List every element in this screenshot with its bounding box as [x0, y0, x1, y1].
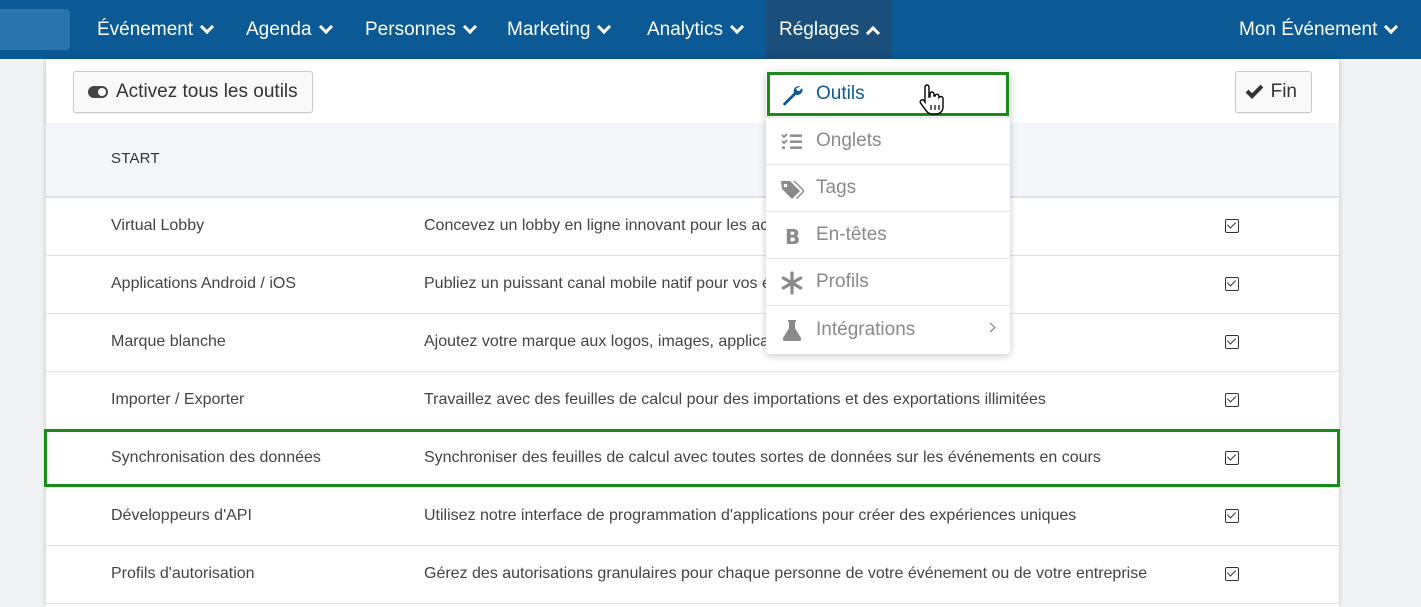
table-row: Virtual Lobby Concevez un lobby en ligne… — [46, 198, 1339, 256]
logo[interactable] — [0, 9, 70, 50]
nav-mon-evenement[interactable]: Mon Événement — [1239, 0, 1399, 59]
fin-button[interactable]: Fin — [1234, 71, 1312, 113]
tool-description: Publiez un puissant canal mobile natif p… — [424, 275, 771, 292]
tool-description: Concevez un lobby en ligne innovant pour… — [424, 217, 769, 234]
tool-name: Marque blanche — [111, 333, 226, 350]
checkbox-checked-icon[interactable] — [1225, 335, 1239, 349]
flask-icon — [782, 320, 802, 342]
menu-item-label: Intégrations — [816, 318, 916, 340]
nav-analytics[interactable]: Analytics — [647, 0, 745, 59]
chevron-up-icon — [866, 25, 881, 40]
checkbox-checked-icon[interactable] — [1225, 567, 1239, 581]
checkbox-checked-icon[interactable] — [1225, 393, 1239, 407]
section-title: START — [111, 150, 160, 167]
nav-label: Réglages — [779, 18, 860, 40]
fin-label: Fin — [1270, 81, 1297, 102]
nav-personnes[interactable]: Personnes — [365, 0, 477, 59]
menu-item-label: Profils — [816, 271, 869, 292]
tool-name: Profils d'autorisation — [111, 565, 255, 582]
nav-marketing[interactable]: Marketing — [507, 0, 612, 59]
tool-name: Importer / Exporter — [111, 391, 245, 408]
tool-name: Développeurs d'API — [111, 507, 252, 524]
chevron-down-icon — [462, 19, 477, 34]
asterisk-icon — [781, 271, 803, 295]
nav-reglages[interactable]: Réglages — [765, 0, 893, 59]
nav-evenement[interactable]: Événement — [97, 0, 215, 59]
hand-pointer-icon — [919, 84, 944, 115]
tool-description: Utilisez notre interface de programmatio… — [424, 507, 1077, 524]
nav-agenda[interactable]: Agenda — [246, 0, 333, 59]
checkbox-checked-icon[interactable] — [1225, 277, 1239, 291]
reglages-dropdown-menu: Outils Onglets Tags B En-têtes Profils I… — [766, 71, 1010, 354]
menu-item-label: En-têtes — [816, 224, 887, 245]
menu-item-integrations[interactable]: Intégrations — [766, 306, 1010, 353]
chevron-down-icon — [318, 19, 333, 34]
menu-item-profils[interactable]: Profils — [766, 259, 1010, 306]
table-row: Profils d'autorisation Gérez des autoris… — [46, 546, 1339, 604]
tool-description: Travaillez avec des feuilles de calcul p… — [424, 391, 1046, 408]
menu-item-label: Onglets — [816, 130, 882, 151]
chevron-down-icon — [200, 19, 215, 34]
table-row: Synchronisation des données Synchroniser… — [46, 430, 1339, 488]
menu-item-en-tetes[interactable]: B En-têtes — [766, 212, 1010, 259]
activate-all-label: Activez tous les outils — [116, 81, 298, 102]
checkbox-checked-icon[interactable] — [1225, 219, 1239, 233]
menu-item-label: Tags — [816, 177, 857, 198]
chevron-right-icon — [985, 322, 996, 333]
nav-label: Agenda — [246, 18, 312, 40]
activate-all-tools-button[interactable]: Activez tous les outils — [73, 71, 313, 113]
checklist-icon — [781, 133, 802, 149]
chevron-down-icon — [1384, 19, 1399, 34]
nav-label: Mon Événement — [1239, 18, 1378, 40]
tool-description: Gérez des autorisations granulaires pour… — [424, 565, 1148, 582]
section-header: START — [46, 123, 1339, 198]
checkbox-checked-icon[interactable] — [1225, 451, 1239, 465]
table-row: Importer / Exporter Travaillez avec des … — [46, 372, 1339, 430]
nav-label: Marketing — [507, 18, 591, 40]
menu-item-label: Outils — [816, 83, 865, 104]
nav-label: Personnes — [365, 18, 456, 40]
toggle-icon — [88, 86, 108, 98]
tool-name: Virtual Lobby — [111, 217, 205, 234]
chevron-down-icon — [729, 19, 745, 34]
table-row: Applications Android / iOS Publiez un pu… — [46, 256, 1339, 314]
tool-description: Synchroniser des feuilles de calcul avec… — [424, 449, 1101, 466]
tool-name: Applications Android / iOS — [111, 275, 296, 292]
menu-item-tags[interactable]: Tags — [766, 165, 1010, 212]
wrench-icon — [783, 86, 803, 106]
bold-icon: B — [785, 225, 800, 248]
top-navbar: Événement Agenda Personnes Marketing Ana… — [0, 0, 1421, 59]
tool-description: Ajoutez votre marque aux logos, images, … — [424, 333, 774, 350]
nav-label: Événement — [97, 18, 194, 40]
menu-item-outils[interactable]: Outils — [766, 71, 1010, 118]
tool-name: Synchronisation des données — [111, 449, 321, 466]
check-icon — [1245, 81, 1263, 99]
tools-panel: Activez tous les outils Fin START Virtua… — [46, 59, 1339, 607]
menu-item-onglets[interactable]: Onglets — [766, 118, 1010, 165]
checkbox-checked-icon[interactable] — [1225, 509, 1239, 523]
table-row: Développeurs d'API Utilisez notre interf… — [46, 488, 1339, 546]
table-row: Marque blanche Ajoutez votre marque aux … — [46, 314, 1339, 372]
tools-table: Virtual Lobby Concevez un lobby en ligne… — [46, 198, 1339, 604]
nav-label: Analytics — [647, 18, 724, 40]
tags-icon — [781, 181, 804, 199]
svg-text:B: B — [785, 225, 800, 248]
chevron-down-icon — [597, 19, 612, 34]
toolbar: Activez tous les outils Fin — [46, 59, 1339, 123]
